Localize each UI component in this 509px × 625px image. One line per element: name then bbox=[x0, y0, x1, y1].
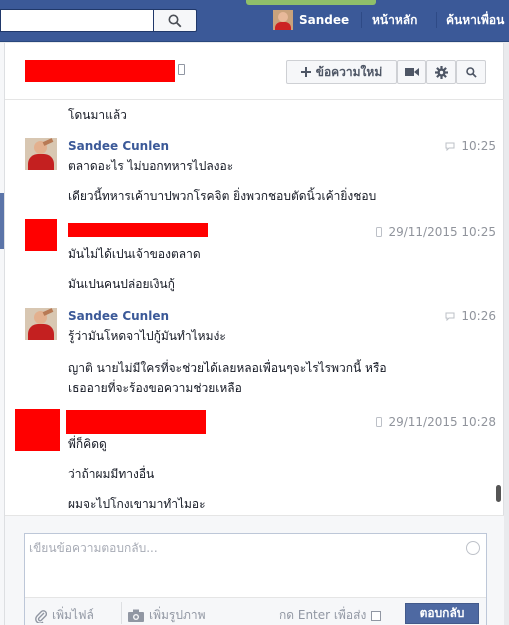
reply-composer: เพิ่มไฟล์ เพิ่มรูปภาพ กด Enter เพื่อส่ง … bbox=[5, 515, 504, 625]
search-icon bbox=[168, 14, 182, 27]
redacted-sender-name bbox=[68, 223, 208, 237]
message-text: มันเปนคนปล่อยเงินกู้ bbox=[68, 277, 175, 291]
mobile-icon bbox=[376, 417, 383, 427]
message-text: เธออายที่จะร้องขอความช่วยเหลือ bbox=[68, 381, 242, 395]
reply-button[interactable]: ตอบกลับ bbox=[405, 603, 479, 624]
message-text: โดนมาแล้ว bbox=[68, 108, 127, 122]
nav-divider bbox=[436, 12, 437, 28]
redacted-sender-avatar bbox=[25, 219, 57, 251]
reply-box: เพิ่มไฟล์ เพิ่มรูปภาพ กด Enter เพื่อส่ง … bbox=[24, 533, 487, 625]
video-call-button[interactable] bbox=[397, 60, 426, 84]
search-button[interactable] bbox=[153, 9, 197, 32]
profile-link[interactable]: Sandee bbox=[273, 9, 349, 31]
message-text: มันไม่ได้เปนเจ้าของตลาด bbox=[68, 247, 201, 261]
search-icon bbox=[465, 66, 477, 78]
emoji-icon[interactable] bbox=[466, 541, 480, 555]
add-file-button[interactable]: เพิ่มไฟล์ bbox=[35, 606, 94, 625]
settings-button[interactable] bbox=[426, 60, 456, 84]
message-timestamp: 29/11/2015 10:25 bbox=[376, 225, 496, 239]
plus-icon bbox=[300, 67, 311, 77]
message-text: ญาติ นายไม่มีใครที่จะช่วยได้เลยหลอเพื่อน… bbox=[68, 361, 387, 375]
find-friends-link[interactable]: ค้นหาเพื่อน bbox=[446, 11, 504, 30]
sender-name[interactable]: Sandee Cunlen bbox=[68, 309, 169, 323]
sender-name[interactable]: Sandee Cunlen bbox=[68, 139, 169, 153]
message-list: โดนมาแล้ว Sandee Cunlen 10:25 ตลาดอะไร ไ… bbox=[5, 101, 504, 515]
message-timestamp: 29/11/2015 10:28 bbox=[376, 415, 496, 429]
top-navigation-bar: Sandee หน้าหลัก ค้นหาเพื่อน bbox=[0, 0, 509, 42]
enter-to-send-toggle[interactable]: กด Enter เพื่อส่ง bbox=[279, 606, 382, 625]
conversation-header: ข้อความใหม่ bbox=[5, 43, 504, 100]
chat-bubble-icon bbox=[445, 142, 455, 151]
message-text: ว่าถ้าผมมีทางอื่น bbox=[68, 467, 155, 481]
paperclip-icon bbox=[35, 609, 47, 623]
gear-icon bbox=[434, 65, 448, 79]
nav-divider bbox=[361, 12, 362, 28]
video-camera-icon bbox=[404, 68, 419, 76]
add-photo-button[interactable]: เพิ่มรูปภาพ bbox=[128, 606, 206, 625]
search-conversation-button[interactable] bbox=[456, 60, 486, 84]
new-message-button[interactable]: ข้อความใหม่ bbox=[286, 60, 397, 84]
sender-avatar[interactable] bbox=[25, 138, 57, 170]
message-text: ผมจะไปโกงเขามาทำไมอะ bbox=[68, 497, 206, 511]
chat-bubble-icon bbox=[445, 312, 455, 321]
profile-name: Sandee bbox=[299, 13, 350, 27]
topbar-accent-bar bbox=[246, 0, 376, 5]
redacted-contact-name bbox=[25, 60, 175, 82]
message-timestamp: 10:25 bbox=[445, 139, 496, 153]
toolbar-divider bbox=[121, 602, 122, 624]
scrollbar-thumb[interactable] bbox=[496, 485, 501, 502]
message-text: รู้ว่ามันโหดจาไปกู้มันทำไหมง่ะ bbox=[68, 329, 226, 343]
selected-conversation-marker bbox=[0, 193, 4, 249]
message-text: พี่ก็คิดดู bbox=[68, 437, 107, 451]
redacted-sender-name bbox=[66, 410, 206, 434]
conversation-panel: ข้อความใหม่ โดนมาแล้ว Sandee Cunlen 10:2… bbox=[5, 43, 504, 625]
message-timestamp: 10:26 bbox=[445, 309, 496, 323]
user-avatar bbox=[273, 10, 293, 30]
mobile-icon bbox=[178, 64, 185, 75]
camera-icon bbox=[128, 609, 144, 622]
reply-toolbar: เพิ่มไฟล์ เพิ่มรูปภาพ กด Enter เพื่อส่ง … bbox=[25, 597, 486, 625]
reply-input[interactable] bbox=[29, 541, 459, 555]
home-link[interactable]: หน้าหลัก bbox=[372, 11, 417, 30]
message-text: ตลาดอะไร ไม่บอกทหารไปลงอะ bbox=[68, 159, 234, 173]
enter-to-send-checkbox[interactable] bbox=[371, 610, 382, 621]
message-text: เดียวนี้ทหารเค้าบาปพวกโรคจิต ยิ่งพวกชอบต… bbox=[68, 189, 377, 203]
search-input[interactable] bbox=[0, 9, 153, 32]
mobile-icon bbox=[376, 227, 383, 237]
sender-avatar[interactable] bbox=[25, 308, 57, 340]
redacted-sender-avatar bbox=[15, 409, 60, 451]
new-message-label: ข้อความใหม่ bbox=[315, 64, 383, 79]
